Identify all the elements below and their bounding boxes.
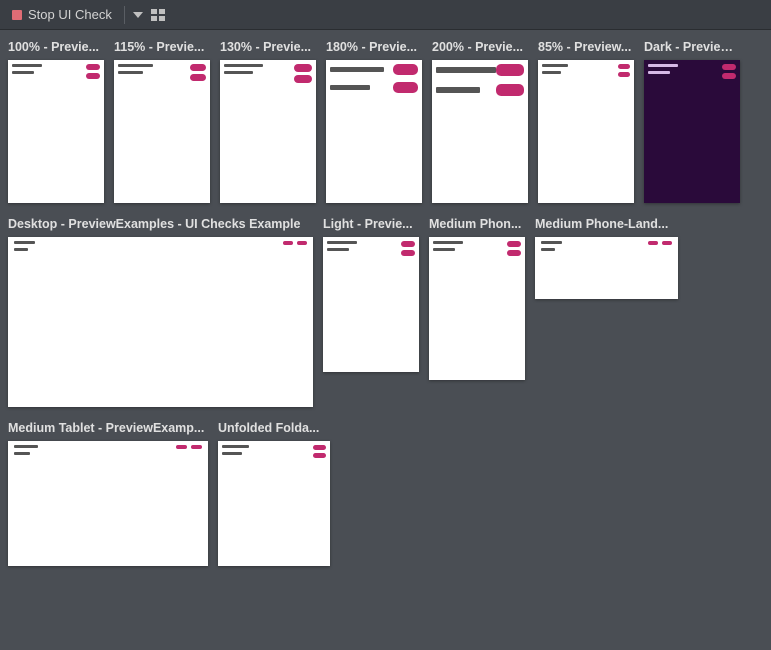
preview-thumb[interactable]: [8, 237, 313, 407]
separator: [124, 6, 125, 24]
preview-thumb[interactable]: [432, 60, 528, 203]
preview-thumb[interactable]: [114, 60, 210, 203]
preview-thumb[interactable]: [218, 441, 330, 566]
stop-ui-check-button[interactable]: Stop UI Check: [8, 5, 116, 24]
chevron-down-icon[interactable]: [133, 12, 143, 18]
preview-tile[interactable]: Desktop - PreviewExamples - UI Checks Ex…: [8, 217, 313, 407]
preview-tile[interactable]: Dark - Preview...: [644, 40, 740, 203]
toolbar: Stop UI Check: [0, 0, 771, 30]
preview-canvas[interactable]: 100% - Previe... 115% - Previe... 130% -: [0, 30, 771, 650]
preview-thumb[interactable]: [8, 441, 208, 566]
preview-title: 85% - Preview...: [538, 40, 634, 54]
stop-icon: [12, 10, 22, 20]
preview-thumb[interactable]: [323, 237, 419, 372]
preview-tile[interactable]: 85% - Preview...: [538, 40, 634, 203]
preview-tile[interactable]: Light - Previe...: [323, 217, 419, 372]
preview-title: Desktop - PreviewExamples - UI Checks Ex…: [8, 217, 313, 231]
layout-switcher-icon[interactable]: [151, 9, 165, 21]
preview-tile[interactable]: Medium Phone-Land...: [535, 217, 678, 299]
preview-title: 100% - Previe...: [8, 40, 104, 54]
preview-title: Unfolded Folda...: [218, 421, 330, 435]
preview-tile[interactable]: Unfolded Folda...: [218, 421, 330, 566]
preview-tile[interactable]: 100% - Previe...: [8, 40, 104, 203]
preview-thumb[interactable]: [535, 237, 678, 299]
preview-thumb[interactable]: [220, 60, 316, 203]
preview-thumb[interactable]: [8, 60, 104, 203]
preview-title: Light - Previe...: [323, 217, 419, 231]
preview-title: 200% - Previe...: [432, 40, 528, 54]
preview-title: 180% - Previe...: [326, 40, 422, 54]
preview-thumb[interactable]: [429, 237, 525, 380]
preview-title: 115% - Previe...: [114, 40, 210, 54]
preview-thumb[interactable]: [326, 60, 422, 203]
preview-thumb[interactable]: [538, 60, 634, 203]
preview-tile[interactable]: 180% - Previe...: [326, 40, 422, 203]
preview-tile[interactable]: 130% - Previe...: [220, 40, 316, 203]
preview-tile[interactable]: Medium Tablet - PreviewExamp...: [8, 421, 208, 566]
preview-title: Medium Tablet - PreviewExamp...: [8, 421, 208, 435]
preview-title: 130% - Previe...: [220, 40, 316, 54]
preview-row: 100% - Previe... 115% - Previe... 130% -: [8, 40, 771, 203]
preview-row: Desktop - PreviewExamples - UI Checks Ex…: [8, 217, 771, 407]
preview-thumb[interactable]: [644, 60, 740, 203]
preview-title: Dark - Preview...: [644, 40, 740, 54]
preview-tile[interactable]: Medium Phon...: [429, 217, 525, 380]
preview-title: Medium Phon...: [429, 217, 525, 231]
preview-tile[interactable]: 200% - Previe...: [432, 40, 528, 203]
preview-row: Medium Tablet - PreviewExamp... Unfolded…: [8, 421, 771, 566]
preview-title: Medium Phone-Land...: [535, 217, 678, 231]
preview-tile[interactable]: 115% - Previe...: [114, 40, 210, 203]
stop-label: Stop UI Check: [28, 7, 112, 22]
